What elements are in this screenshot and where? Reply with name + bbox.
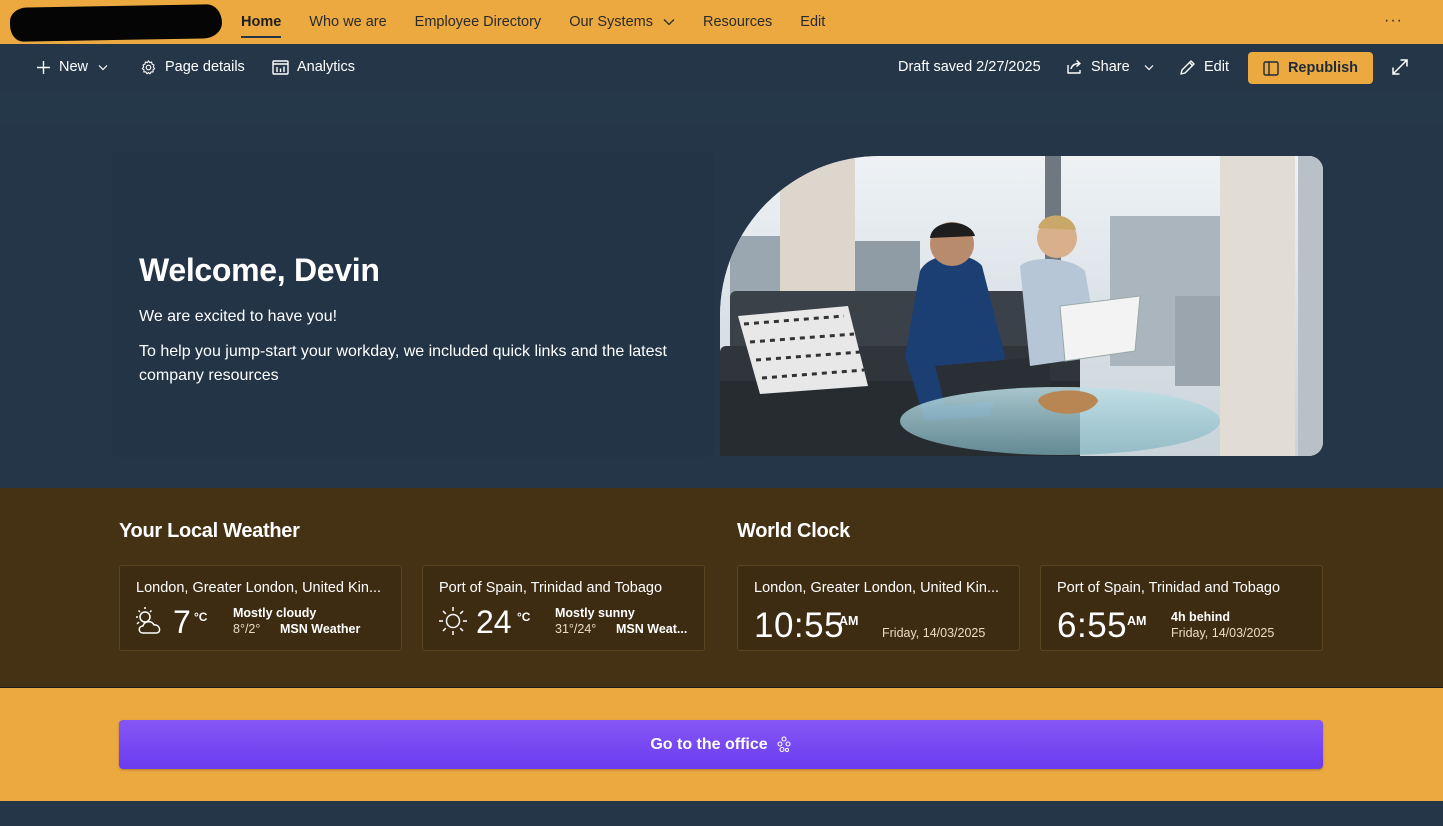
edit-label: Edit [1204,59,1229,75]
weather-location: London, Greater London, United Kin... [136,580,382,596]
weather-condition: Mostly cloudy [233,606,317,620]
nav-item-label: Our Systems [569,14,653,30]
welcome-title: Welcome, Devin [139,252,380,288]
weather-temperature: 24 [476,604,512,640]
hero-office-photo [720,156,1323,456]
hero-top-band [0,90,1443,124]
nav-item-edit[interactable]: Edit [800,0,825,44]
weather-unit: °C [194,610,208,624]
weather-range: 8°/2° [233,622,261,636]
welcome-line-1: We are excited to have you! [139,308,338,325]
go-to-office-label: Go to the office [650,735,768,753]
weather-unit: °C [517,610,531,624]
sunny-icon [439,607,467,635]
weather-condition: Mostly sunny [555,606,635,620]
nav-item-our-systems[interactable]: Our Systems [569,0,675,44]
office-photo-illustration [720,156,1323,456]
share-icon [1067,59,1081,74]
clock-tile-london[interactable]: London, Greater London, United Kin... 10… [737,565,1020,651]
clock-date: Friday, 14/03/2025 [882,626,986,640]
nav-item-resources[interactable]: Resources [703,0,772,44]
sparkle-icon [777,735,791,752]
plus-icon [37,60,50,74]
new-button[interactable]: New [36,44,116,90]
edit-button[interactable]: Edit [1179,44,1229,90]
draft-status-label: Draft saved 2/27/2025 [898,59,1041,75]
ellipsis-icon[interactable]: ··· [1384,12,1403,30]
nav-item-label: Home [241,14,282,30]
new-button-label: New [59,59,89,75]
clock-tile-port-of-spain[interactable]: Port of Spain, Trinidad and Tobago 6:55 … [1040,565,1323,651]
draft-status-text: Draft saved 2/27/2025 [898,44,1041,90]
weather-section-title: Your Local Weather [119,520,300,542]
clock-ampm: AM [1127,614,1147,628]
analytics-label: Analytics [297,59,356,75]
redacted-logo [10,4,222,42]
book-open-icon [1263,60,1279,76]
pencil-icon [1180,59,1195,75]
clock-date: Friday, 14/03/2025 [1171,626,1275,640]
expand-icon[interactable] [1390,57,1410,77]
chevron-down-icon [663,19,675,26]
bottom-band [0,801,1443,826]
weather-source: MSN Weat... [616,622,688,636]
go-to-office-button[interactable]: Go to the office [119,720,1323,769]
clock-time: 10:55 [754,606,845,645]
share-button[interactable]: Share [1066,44,1162,90]
weather-tile-london[interactable]: London, Greater London, United Kin... 7 … [119,565,402,651]
partly-cloudy-icon [136,607,161,634]
weather-range: 31°/24° [555,622,597,636]
gear-icon [141,59,156,74]
clock-location: London, Greater London, United Kin... [754,580,1000,596]
nav-item-employee-directory[interactable]: Employee Directory [415,0,542,44]
weather-location: Port of Spain, Trinidad and Tobago [439,580,663,596]
site-nav-links: Home Who we are Employee Directory Our S… [241,0,853,44]
page-details-label: Page details [165,59,245,75]
hero-text-card [112,152,714,457]
nav-item-label: Edit [800,14,826,30]
clock-location: Port of Spain, Trinidad and Tobago [1057,580,1281,596]
chevron-down-icon [1144,64,1154,70]
nav-item-who-we-are[interactable]: Who we are [309,0,386,44]
welcome-line-2: To help you jump-start your workday, we … [139,343,667,384]
top-navigation-bar: Home Who we are Employee Directory Our S… [0,0,1443,44]
share-label: Share [1091,59,1130,75]
clock-ampm: AM [839,614,859,628]
nav-item-home[interactable]: Home [241,0,282,44]
weather-tile-port-of-spain[interactable]: Port of Spain, Trinidad and Tobago 24 °C… [422,565,705,651]
analytics-button[interactable]: Analytics [272,44,355,90]
republish-label: Republish [1287,60,1359,76]
analytics-chart-icon [272,59,289,75]
chevron-down-icon [98,64,108,70]
nav-item-label: Resources [702,14,773,30]
clock-section-title: World Clock [737,520,851,542]
clock-offset: 4h behind [1171,610,1231,624]
page-details-button[interactable]: Page details [140,44,245,90]
weather-temperature: 7 [173,604,191,640]
weather-source: MSN Weather [280,622,361,636]
nav-item-label: Who we are [309,14,387,30]
clock-time: 6:55 [1057,606,1128,645]
republish-button[interactable]: Republish [1248,52,1373,84]
nav-item-label: Employee Directory [414,14,542,30]
